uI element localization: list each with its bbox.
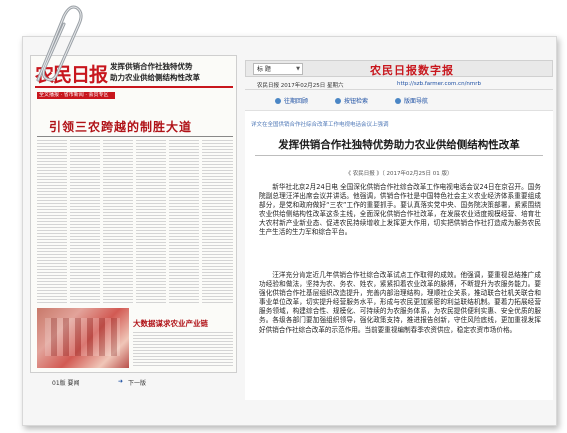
page-navigator: 01版 要闻 ➜ 下一版 <box>30 376 237 388</box>
text-column <box>103 140 133 305</box>
nav-row: 往期回顾 按钮检索 版面导航 <box>245 93 553 107</box>
bullet-icon <box>335 98 341 104</box>
article-meta: 《 农民日报 》（ 2017年02月25日 01 版） <box>345 171 453 177</box>
text-column <box>70 140 100 305</box>
headline-rule <box>37 136 233 137</box>
chevron-down-icon: ▼ <box>296 66 300 72</box>
bullet-icon <box>395 98 401 104</box>
current-page-label[interactable]: 01版 要闻 <box>52 378 80 387</box>
date-bar: 农民日报 2017年02月25日 星期六 http://szb.farmer.c… <box>245 78 553 90</box>
text-column <box>37 140 67 305</box>
paperclip-icon <box>36 5 83 82</box>
text-column <box>136 140 166 305</box>
masthead-divider <box>35 86 233 88</box>
side-headline[interactable]: 大数据谋求农业产业链 <box>133 318 208 329</box>
nav-past-issues[interactable]: 往期回顾 <box>275 96 308 105</box>
article-columns[interactable] <box>37 140 233 305</box>
nav-label: 往期回顾 <box>284 98 309 105</box>
next-arrow-icon[interactable]: ➜ <box>118 378 123 385</box>
nav-label: 版面导航 <box>404 98 429 105</box>
bullet-icon <box>275 98 281 104</box>
feature-headline[interactable]: 引领三农跨越的制胜大道 <box>49 118 192 135</box>
nav-page-navigation[interactable]: 版面导航 <box>395 96 428 105</box>
news-photo[interactable] <box>37 308 129 368</box>
text-column <box>202 140 233 305</box>
next-page-link[interactable]: 下一版 <box>128 378 146 387</box>
site-title: 农民日报数字报 <box>370 64 454 77</box>
section-tag: 全文播报 · 省市新闻 · 会员专区 <box>37 92 115 99</box>
article-title: 发挥供销合作社独特优势助力农业供给侧结构性改革 <box>278 139 520 151</box>
article-paragraph: 汪洋充分肯定近几年供销合作社综合改革试点工作取得的成效。他强调，要重视总结推广成… <box>259 271 541 334</box>
headline-line-1[interactable]: 发挥供销合作社独特优势 <box>110 61 193 72</box>
issue-date: 农民日报 2017年02月25日 星期六 <box>257 83 344 89</box>
side-article-text <box>133 332 233 368</box>
breadcrumb[interactable]: 详文在全国供销合作社综合改革工作电视电话会议上强调 <box>251 120 389 128</box>
site-url-link[interactable]: http://szb.farmer.com.cn/nmrb <box>397 81 481 87</box>
title-divider <box>255 155 543 156</box>
text-column <box>169 140 199 305</box>
nav-label: 按钮检索 <box>344 98 369 105</box>
newspaper-page[interactable]: 农民日报 发挥供销合作社独特优势 助力农业供给侧结构性改革 全文播报 · 省市新… <box>30 55 237 373</box>
article-paragraph: 新华社北京2月24日电 全国深化供销合作社综合改革工作电视电话会议24日在京召开… <box>259 183 541 237</box>
search-type-select[interactable]: 标 题 ▼ <box>253 63 303 75</box>
nav-search[interactable]: 按钮检索 <box>335 96 368 105</box>
search-type-value: 标 题 <box>257 66 271 73</box>
headline-line-2[interactable]: 助力农业供给侧结构性改革 <box>110 72 200 83</box>
article-panel: 详文在全国供销合作社综合改革工作电视电话会议上强调 发挥供销合作社独特优势助力农… <box>245 110 553 400</box>
